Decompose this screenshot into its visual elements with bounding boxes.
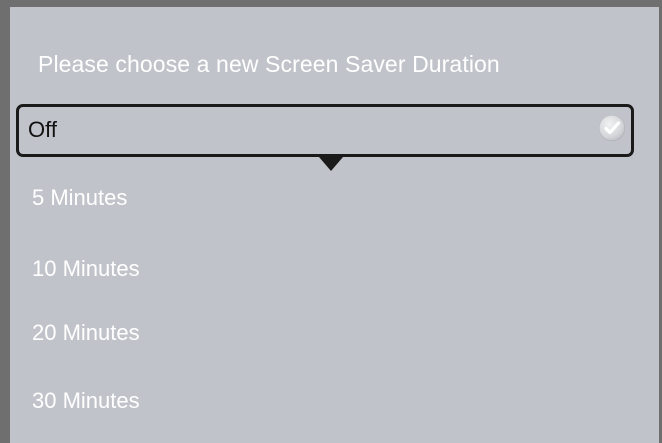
option-30-minutes[interactable]: 30 Minutes bbox=[32, 388, 140, 414]
screen-saver-dialog: Please choose a new Screen Saver Duratio… bbox=[0, 0, 662, 443]
option-5-minutes[interactable]: 5 Minutes bbox=[32, 185, 127, 211]
option-label: Off bbox=[28, 117, 57, 142]
checkmark-icon bbox=[599, 115, 625, 141]
option-off[interactable]: Off bbox=[16, 104, 634, 157]
down-triangle-icon bbox=[319, 157, 343, 171]
option-10-minutes[interactable]: 10 Minutes bbox=[32, 256, 140, 282]
option-20-minutes[interactable]: 20 Minutes bbox=[32, 320, 140, 346]
dialog-title: Please choose a new Screen Saver Duratio… bbox=[38, 51, 500, 77]
